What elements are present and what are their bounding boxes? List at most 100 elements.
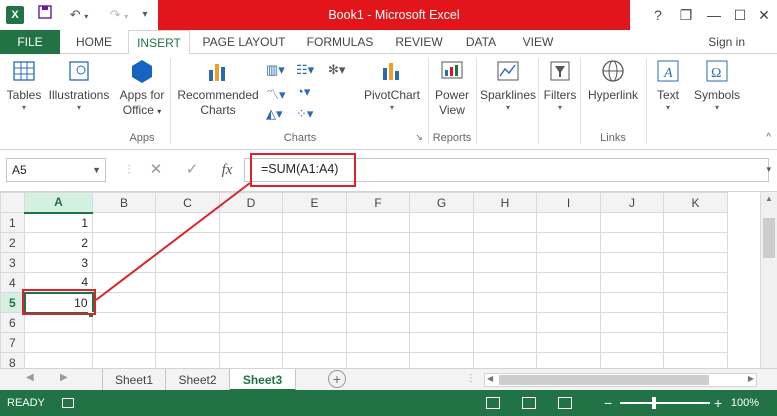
zoom-slider-thumb[interactable] [652, 397, 656, 409]
pivotchart-button[interactable]: PivotChart ▾ [360, 58, 424, 113]
cell[interactable] [663, 252, 728, 273]
tab-data[interactable]: DATA [458, 30, 504, 54]
cell[interactable] [282, 272, 347, 293]
cell[interactable] [346, 212, 410, 233]
cell[interactable] [346, 272, 410, 293]
charts-dialog-launcher-icon[interactable]: ↘ [412, 132, 426, 143]
power-view-button[interactable]: Power View [432, 58, 472, 118]
name-box[interactable]: A5 ▼ [6, 158, 106, 182]
cell[interactable] [155, 312, 220, 333]
cell[interactable] [536, 292, 601, 313]
cell[interactable] [92, 272, 156, 293]
cell[interactable] [473, 252, 537, 273]
sheet-prev-icon[interactable]: ◀ [26, 372, 34, 383]
cell[interactable] [219, 312, 283, 333]
column-header-c[interactable]: C [155, 192, 220, 213]
insert-function-icon[interactable]: fx [216, 158, 238, 182]
tab-file[interactable]: FILE [0, 30, 60, 54]
text-button[interactable]: A Text ▾ [650, 58, 686, 113]
horizontal-scroll-thumb[interactable] [499, 375, 709, 385]
normal-view-icon[interactable] [486, 397, 500, 409]
row-header[interactable]: 4 [0, 272, 25, 293]
symbols-button[interactable]: Ω Symbols ▾ [690, 58, 744, 113]
cell[interactable] [155, 292, 220, 313]
cell[interactable] [536, 232, 601, 253]
scroll-left-icon[interactable]: ◀ [487, 374, 493, 383]
undo-icon[interactable]: ↶ ▾ [64, 5, 94, 25]
cancel-icon[interactable]: ✕ [145, 158, 167, 182]
column-header-j[interactable]: J [600, 192, 664, 213]
cell[interactable] [282, 312, 347, 333]
hyperlink-button[interactable]: Hyperlink [584, 58, 642, 103]
worksheet-grid[interactable]: A B C D E F G H I J K 1 1 2 2 3 3 4 4 5 … [0, 192, 777, 368]
cell[interactable] [600, 272, 664, 293]
column-chart-icon[interactable]: ▥▾ [266, 62, 285, 78]
zoom-level[interactable]: 100% [731, 390, 759, 416]
horizontal-scrollbar[interactable]: ◀ ▶ [484, 373, 757, 387]
column-header-a[interactable]: A [24, 192, 93, 214]
column-header-d[interactable]: D [219, 192, 283, 213]
hierarchy-chart-icon[interactable]: ☷▾ [296, 62, 314, 78]
scatter-chart-icon[interactable]: ⁘▾ [296, 106, 313, 122]
zoom-out-icon[interactable]: − [604, 394, 612, 412]
scroll-up-icon[interactable]: ▲ [761, 192, 777, 206]
sparklines-button[interactable]: Sparklines ▾ [480, 58, 536, 113]
cell[interactable] [536, 332, 601, 353]
cell[interactable] [219, 232, 283, 253]
cell[interactable] [536, 352, 601, 368]
zoom-slider[interactable] [620, 402, 710, 404]
cell[interactable] [600, 232, 664, 253]
tab-home[interactable]: HOME [66, 30, 122, 54]
tables-button[interactable]: Tables ▾ [4, 58, 44, 113]
chart-type-gallery[interactable]: ▥▾ ☷▾ ✻▾ 〽▾ ◔▾ ◭▾ ⁘▾ [266, 62, 356, 128]
cell[interactable] [409, 212, 474, 233]
cell[interactable] [409, 332, 474, 353]
cell[interactable] [473, 232, 537, 253]
cell[interactable] [219, 352, 283, 368]
row-header[interactable]: 1 [0, 212, 25, 233]
cell[interactable] [473, 272, 537, 293]
cell-a3[interactable]: 3 [24, 252, 93, 273]
enter-icon[interactable]: ✓ [181, 158, 203, 182]
cell[interactable] [473, 332, 537, 353]
cell[interactable] [155, 332, 220, 353]
cell[interactable] [155, 252, 220, 273]
row-header[interactable]: 5 [0, 292, 26, 313]
tab-formulas[interactable]: FORMULAS [298, 30, 382, 54]
cell[interactable] [663, 272, 728, 293]
cell[interactable] [346, 352, 410, 368]
cell[interactable] [282, 292, 347, 313]
cell[interactable] [409, 292, 474, 313]
column-header-e[interactable]: E [282, 192, 347, 213]
cell[interactable] [92, 252, 156, 273]
sheet-tab-sheet2[interactable]: Sheet2 [166, 369, 230, 391]
tab-review[interactable]: REVIEW [388, 30, 450, 54]
tab-view[interactable]: VIEW [512, 30, 564, 54]
vertical-scroll-thumb[interactable] [763, 218, 775, 258]
cell[interactable] [600, 212, 664, 233]
cell[interactable] [600, 292, 664, 313]
cell[interactable] [536, 272, 601, 293]
cell[interactable] [92, 232, 156, 253]
cell[interactable] [219, 252, 283, 273]
cell[interactable] [663, 352, 728, 368]
cell[interactable] [155, 212, 220, 233]
cell[interactable] [92, 312, 156, 333]
cell[interactable] [155, 232, 220, 253]
cell-a7[interactable] [24, 332, 93, 353]
cell[interactable] [663, 232, 728, 253]
cell-grid[interactable]: A B C D E F G H I J K 1 1 2 2 3 3 4 4 5 … [0, 192, 728, 368]
recommended-charts-button[interactable]: Recommended Charts [176, 58, 260, 118]
cell[interactable] [282, 212, 347, 233]
column-header-f[interactable]: F [346, 192, 410, 213]
cell[interactable] [663, 212, 728, 233]
cell[interactable] [536, 252, 601, 273]
column-header-h[interactable]: H [473, 192, 537, 213]
cell[interactable] [346, 292, 410, 313]
cell[interactable] [92, 332, 156, 353]
area-chart-icon[interactable]: ◭▾ [266, 106, 283, 122]
cell[interactable] [600, 312, 664, 333]
cell[interactable] [409, 232, 474, 253]
cell[interactable] [600, 332, 664, 353]
illustrations-button[interactable]: Illustrations ▾ [46, 58, 112, 113]
